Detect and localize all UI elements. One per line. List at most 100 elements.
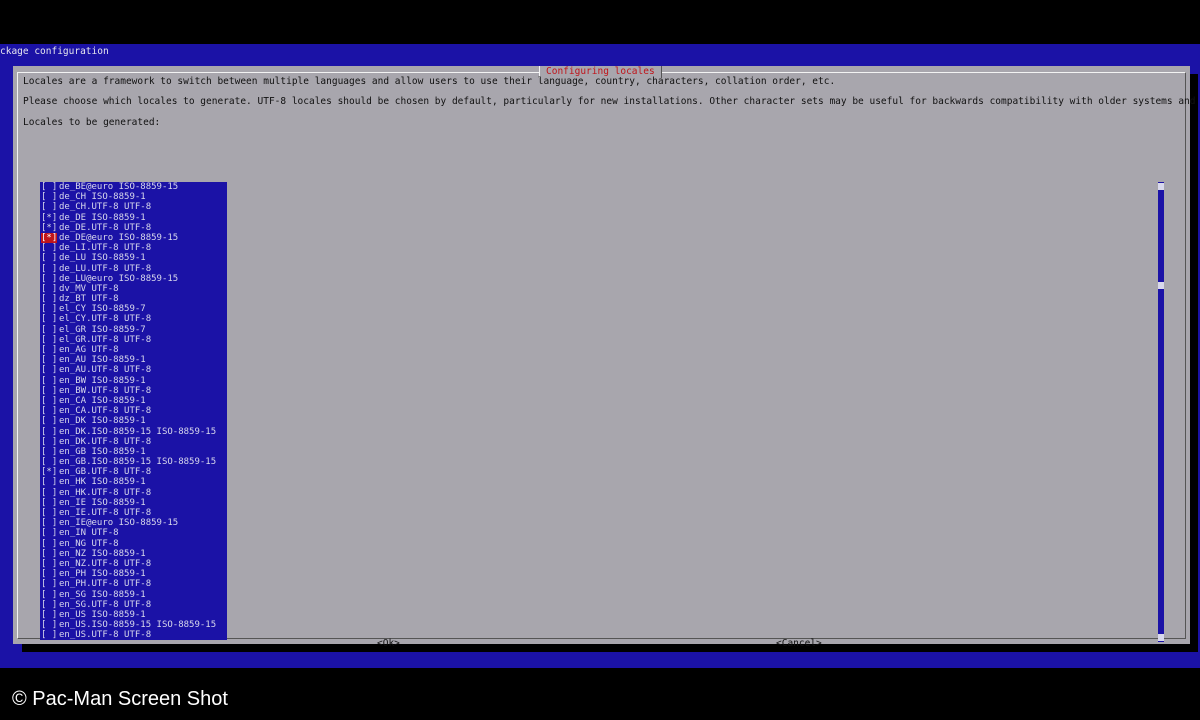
locale-list-item[interactable]: [ ] el_CY.UTF-8 UTF-8 xyxy=(40,314,227,324)
locale-label: en_CA ISO-8859-1 xyxy=(59,395,146,406)
locale-checkbox[interactable]: [ ] xyxy=(41,488,59,498)
locale-list-item[interactable]: [*] de_DE ISO-8859-1 xyxy=(40,213,227,223)
locale-list-item[interactable]: [ ] de_LU ISO-8859-1 xyxy=(40,253,227,263)
locale-list-item[interactable]: [*] de_DE.UTF-8 UTF-8 xyxy=(40,223,227,233)
locale-checkbox[interactable]: [ ] xyxy=(41,549,59,559)
locale-list-item[interactable]: [ ] en_NG UTF-8 xyxy=(40,539,227,549)
locale-checkbox[interactable]: [ ] xyxy=(41,406,59,416)
locale-list-item[interactable]: [ ] en_CA.UTF-8 UTF-8 xyxy=(40,406,227,416)
locale-list-item[interactable]: [ ] dv_MV UTF-8 xyxy=(40,284,227,294)
locale-checkbox[interactable]: [ ] xyxy=(41,630,59,640)
locale-list-item[interactable]: [ ] en_IE ISO-8859-1 xyxy=(40,498,227,508)
locale-checkbox[interactable]: [ ] xyxy=(41,284,59,294)
locale-list-item[interactable]: [ ] de_LU.UTF-8 UTF-8 xyxy=(40,264,227,274)
locale-checkbox[interactable]: [ ] xyxy=(41,559,59,569)
locale-checkbox[interactable]: [ ] xyxy=(41,376,59,386)
locale-checkbox[interactable]: [ ] xyxy=(41,365,59,375)
locale-checkbox[interactable]: [ ] xyxy=(41,386,59,396)
locale-list-item[interactable]: [ ] en_DK ISO-8859-1 xyxy=(40,416,227,426)
locale-checkbox[interactable]: [ ] xyxy=(41,264,59,274)
locale-checkbox[interactable]: [ ] xyxy=(41,437,59,447)
locale-checkbox[interactable]: [ ] xyxy=(41,253,59,263)
locale-list-item[interactable]: [ ] en_US.UTF-8 UTF-8 xyxy=(40,630,227,640)
locale-list-item[interactable]: [ ] en_GB.ISO-8859-15 ISO-8859-15 xyxy=(40,457,227,467)
locale-list-item[interactable]: [ ] en_IN UTF-8 xyxy=(40,528,227,538)
locale-checkbox[interactable]: [ ] xyxy=(41,569,59,579)
locale-list-item[interactable]: [ ] en_SG.UTF-8 UTF-8 xyxy=(40,600,227,610)
locale-list-item[interactable]: [ ] en_US ISO-8859-1 xyxy=(40,610,227,620)
locale-list-item[interactable]: [ ] de_BE@euro ISO-8859-15 xyxy=(40,182,227,192)
cancel-button[interactable]: <Cancel> xyxy=(776,638,822,650)
locale-list-item[interactable]: [ ] en_NZ ISO-8859-1 xyxy=(40,549,227,559)
locale-list-item[interactable]: [ ] de_CH.UTF-8 UTF-8 xyxy=(40,202,227,212)
scroll-down-arrow-icon[interactable] xyxy=(1158,634,1164,641)
locale-list-item[interactable]: [ ] en_HK ISO-8859-1 xyxy=(40,477,227,487)
locale-checkbox[interactable]: [ ] xyxy=(41,202,59,212)
locale-list-item[interactable]: [ ] en_IE.UTF-8 UTF-8 xyxy=(40,508,227,518)
locale-checkbox[interactable]: [*] xyxy=(41,232,59,243)
locale-checkbox[interactable]: [*] xyxy=(41,467,59,477)
locale-list-item[interactable]: [ ] en_DK.ISO-8859-15 ISO-8859-15 xyxy=(40,427,227,437)
locale-checkbox[interactable]: [ ] xyxy=(41,447,59,457)
locale-list-item[interactable]: [ ] en_AG UTF-8 xyxy=(40,345,227,355)
locale-list-item[interactable]: [ ] en_SG ISO-8859-1 xyxy=(40,590,227,600)
locale-checkbox[interactable]: [*] xyxy=(41,213,59,223)
locale-list-item[interactable]: [ ] en_BW.UTF-8 UTF-8 xyxy=(40,386,227,396)
locale-list-item[interactable]: [ ] en_US.ISO-8859-15 ISO-8859-15 xyxy=(40,620,227,630)
locale-checkbox[interactable]: [ ] xyxy=(41,590,59,600)
locale-checkbox[interactable]: [ ] xyxy=(41,345,59,355)
locale-list-item[interactable]: [ ] el_CY ISO-8859-7 xyxy=(40,304,227,314)
scroll-thumb[interactable] xyxy=(1158,282,1164,289)
locale-checkbox[interactable]: [ ] xyxy=(41,182,59,192)
locale-checkbox[interactable]: [ ] xyxy=(41,518,59,528)
locale-list-item[interactable]: [ ] en_IE@euro ISO-8859-15 xyxy=(40,518,227,528)
locale-list-item[interactable]: [ ] en_DK.UTF-8 UTF-8 xyxy=(40,437,227,447)
locale-checkbox[interactable]: [ ] xyxy=(41,274,59,284)
locale-list-item[interactable]: [*] en_GB.UTF-8 UTF-8 xyxy=(40,467,227,477)
list-scrollbar[interactable] xyxy=(1158,182,1164,642)
locale-list-item[interactable]: [ ] en_AU ISO-8859-1 xyxy=(40,355,227,365)
locale-checkbox[interactable]: [ ] xyxy=(41,528,59,538)
checkbox-mark: [ ] xyxy=(41,253,58,264)
ok-button[interactable]: <Ok> xyxy=(377,638,400,650)
locale-list-item[interactable]: [ ] de_CH ISO-8859-1 xyxy=(40,192,227,202)
locale-list-item[interactable]: [ ] dz_BT UTF-8 xyxy=(40,294,227,304)
locale-checkbox[interactable]: [ ] xyxy=(41,192,59,202)
locale-checkbox[interactable]: [ ] xyxy=(41,355,59,365)
locale-checkbox[interactable]: [ ] xyxy=(41,416,59,426)
locale-label: en_IE@euro ISO-8859-15 xyxy=(59,518,179,529)
locale-list-item[interactable]: [ ] el_GR.UTF-8 UTF-8 xyxy=(40,335,227,345)
locale-list-item[interactable]: [ ] de_LU@euro ISO-8859-15 xyxy=(40,274,227,284)
locale-list-item[interactable]: [ ] en_HK.UTF-8 UTF-8 xyxy=(40,488,227,498)
locale-list-item[interactable]: [ ] en_NZ.UTF-8 UTF-8 xyxy=(40,559,227,569)
locale-checkbox[interactable]: [ ] xyxy=(41,610,59,620)
locale-list-item[interactable]: [*] de_DE@euro ISO-8859-15 xyxy=(40,232,227,243)
locale-checkbox[interactable]: [ ] xyxy=(41,243,59,253)
locale-checklist[interactable]: [ ] de_BE@euro ISO-8859-15[ ] de_CH ISO-88… xyxy=(40,182,227,640)
locale-list-item[interactable]: [ ] en_PH.UTF-8 UTF-8 xyxy=(40,579,227,589)
locale-list-item[interactable]: [ ] el_GR ISO-8859-7 xyxy=(40,325,227,335)
locale-checkbox[interactable]: [ ] xyxy=(41,477,59,487)
locale-list-item[interactable]: [ ] en_GB ISO-8859-1 xyxy=(40,447,227,457)
locale-list-item[interactable]: [ ] en_AU.UTF-8 UTF-8 xyxy=(40,365,227,375)
locale-checkbox[interactable]: [ ] xyxy=(41,508,59,518)
locale-list-item[interactable]: [ ] de_LI.UTF-8 UTF-8 xyxy=(40,243,227,253)
locale-checkbox[interactable]: [ ] xyxy=(41,325,59,335)
locale-checkbox[interactable]: [ ] xyxy=(41,294,59,304)
locale-checkbox[interactable]: [ ] xyxy=(41,600,59,610)
locale-checkbox[interactable]: [ ] xyxy=(41,314,59,324)
locale-checkbox[interactable]: [ ] xyxy=(41,579,59,589)
locale-checkbox[interactable]: [ ] xyxy=(41,498,59,508)
locale-checkbox[interactable]: [ ] xyxy=(41,457,59,467)
locale-checkbox[interactable]: [ ] xyxy=(41,304,59,314)
locale-list-item[interactable]: [ ] en_PH ISO-8859-1 xyxy=(40,569,227,579)
locale-list-item[interactable]: [ ] en_CA ISO-8859-1 xyxy=(40,396,227,406)
scroll-up-arrow-icon[interactable] xyxy=(1158,183,1164,190)
locale-checkbox[interactable]: [ ] xyxy=(41,335,59,345)
locale-checkbox[interactable]: [ ] xyxy=(41,396,59,406)
locale-checkbox[interactable]: [ ] xyxy=(41,539,59,549)
locale-list-item[interactable]: [ ] en_BW ISO-8859-1 xyxy=(40,376,227,386)
locale-checkbox[interactable]: [ ] xyxy=(41,620,59,630)
locale-checkbox[interactable]: [*] xyxy=(41,223,59,233)
locale-checkbox[interactable]: [ ] xyxy=(41,427,59,437)
